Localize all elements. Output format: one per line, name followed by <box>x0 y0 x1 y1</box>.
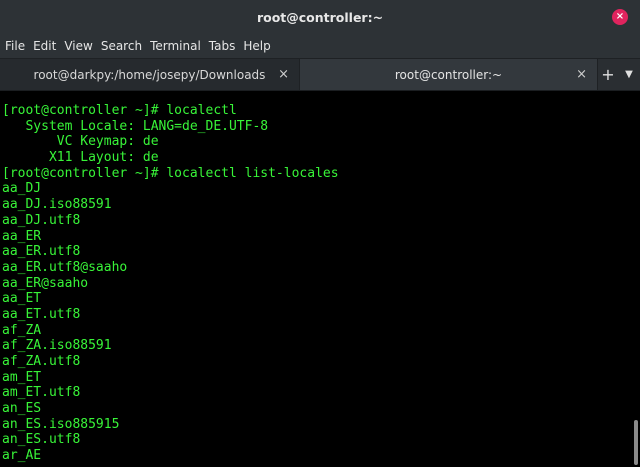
menu-edit[interactable]: Edit <box>33 39 61 53</box>
terminal-line: am_ET <box>2 369 42 385</box>
close-window-button[interactable]: × <box>612 9 628 25</box>
terminal-line: System Locale: LANG=de_DE.UTF-8 <box>2 118 269 134</box>
terminal-line: aa_ET.utf8 <box>2 306 81 322</box>
tab-label: root@controller:~ <box>394 67 503 82</box>
menu-view[interactable]: View <box>64 39 97 53</box>
terminal-scrollbar[interactable] <box>632 91 640 467</box>
terminal-line: VC Keymap: de <box>2 134 159 150</box>
menubar: File Edit View Search Terminal Tabs Help <box>0 34 640 58</box>
menu-file[interactable]: File <box>5 39 30 53</box>
terminal-line: aa_ER.utf8@saaho <box>2 259 128 275</box>
tab-label: root@darkpy:/home/josepy/Downloads <box>33 67 266 82</box>
tab-close-icon[interactable]: × <box>278 67 289 82</box>
window-title: root@controller:~ <box>256 9 384 25</box>
terminal-output[interactable]: [root@controller ~]# localectl System Lo… <box>0 91 640 467</box>
tab-darkpy-downloads[interactable]: root@darkpy:/home/josepy/Downloads × <box>0 59 300 90</box>
scrollbar-thumb[interactable] <box>634 420 638 465</box>
terminal-line: an_ES.iso885915 <box>2 416 120 432</box>
terminal-line: aa_ER <box>2 228 42 244</box>
terminal-line: [root@controller ~]# localectl list-loca… <box>2 165 339 181</box>
terminal-line: aa_ER.utf8 <box>2 244 81 260</box>
terminal-line: aa_ER@saaho <box>2 275 89 291</box>
tab-menu-chevron-down-icon[interactable]: ▼ <box>618 59 640 90</box>
terminal-line: [root@controller ~]# localectl <box>2 103 237 118</box>
tab-close-icon[interactable]: × <box>576 67 587 82</box>
terminal-line: aa_DJ.iso88591 <box>2 197 112 213</box>
terminal-line: aa_ET <box>2 291 42 307</box>
menu-tabs[interactable]: Tabs <box>209 39 241 53</box>
terminal-line: X11 Layout: de <box>2 150 159 166</box>
terminal-line: af_ZA <box>2 322 42 338</box>
menu-search[interactable]: Search <box>101 39 147 53</box>
terminal-line: aa_DJ.utf8 <box>2 212 81 228</box>
menu-terminal[interactable]: Terminal <box>150 39 206 53</box>
terminal-line: am_ET.utf8 <box>2 385 81 401</box>
window-titlebar: root@controller:~ × <box>0 0 640 34</box>
menu-help[interactable]: Help <box>243 39 275 53</box>
terminal-line: an_ES <box>2 401 42 417</box>
terminal-line: ar_AE <box>2 448 42 464</box>
terminal-line: aa_DJ <box>2 181 42 197</box>
tab-controller[interactable]: root@controller:~ × <box>300 59 598 90</box>
new-tab-plus-icon[interactable]: + <box>598 59 618 90</box>
terminal-line: af_ZA.iso88591 <box>2 338 112 354</box>
terminal-line: an_ES.utf8 <box>2 432 81 448</box>
terminal-line: af_ZA.utf8 <box>2 354 81 369</box>
tab-bar: root@darkpy:/home/josepy/Downloads × roo… <box>0 58 640 91</box>
